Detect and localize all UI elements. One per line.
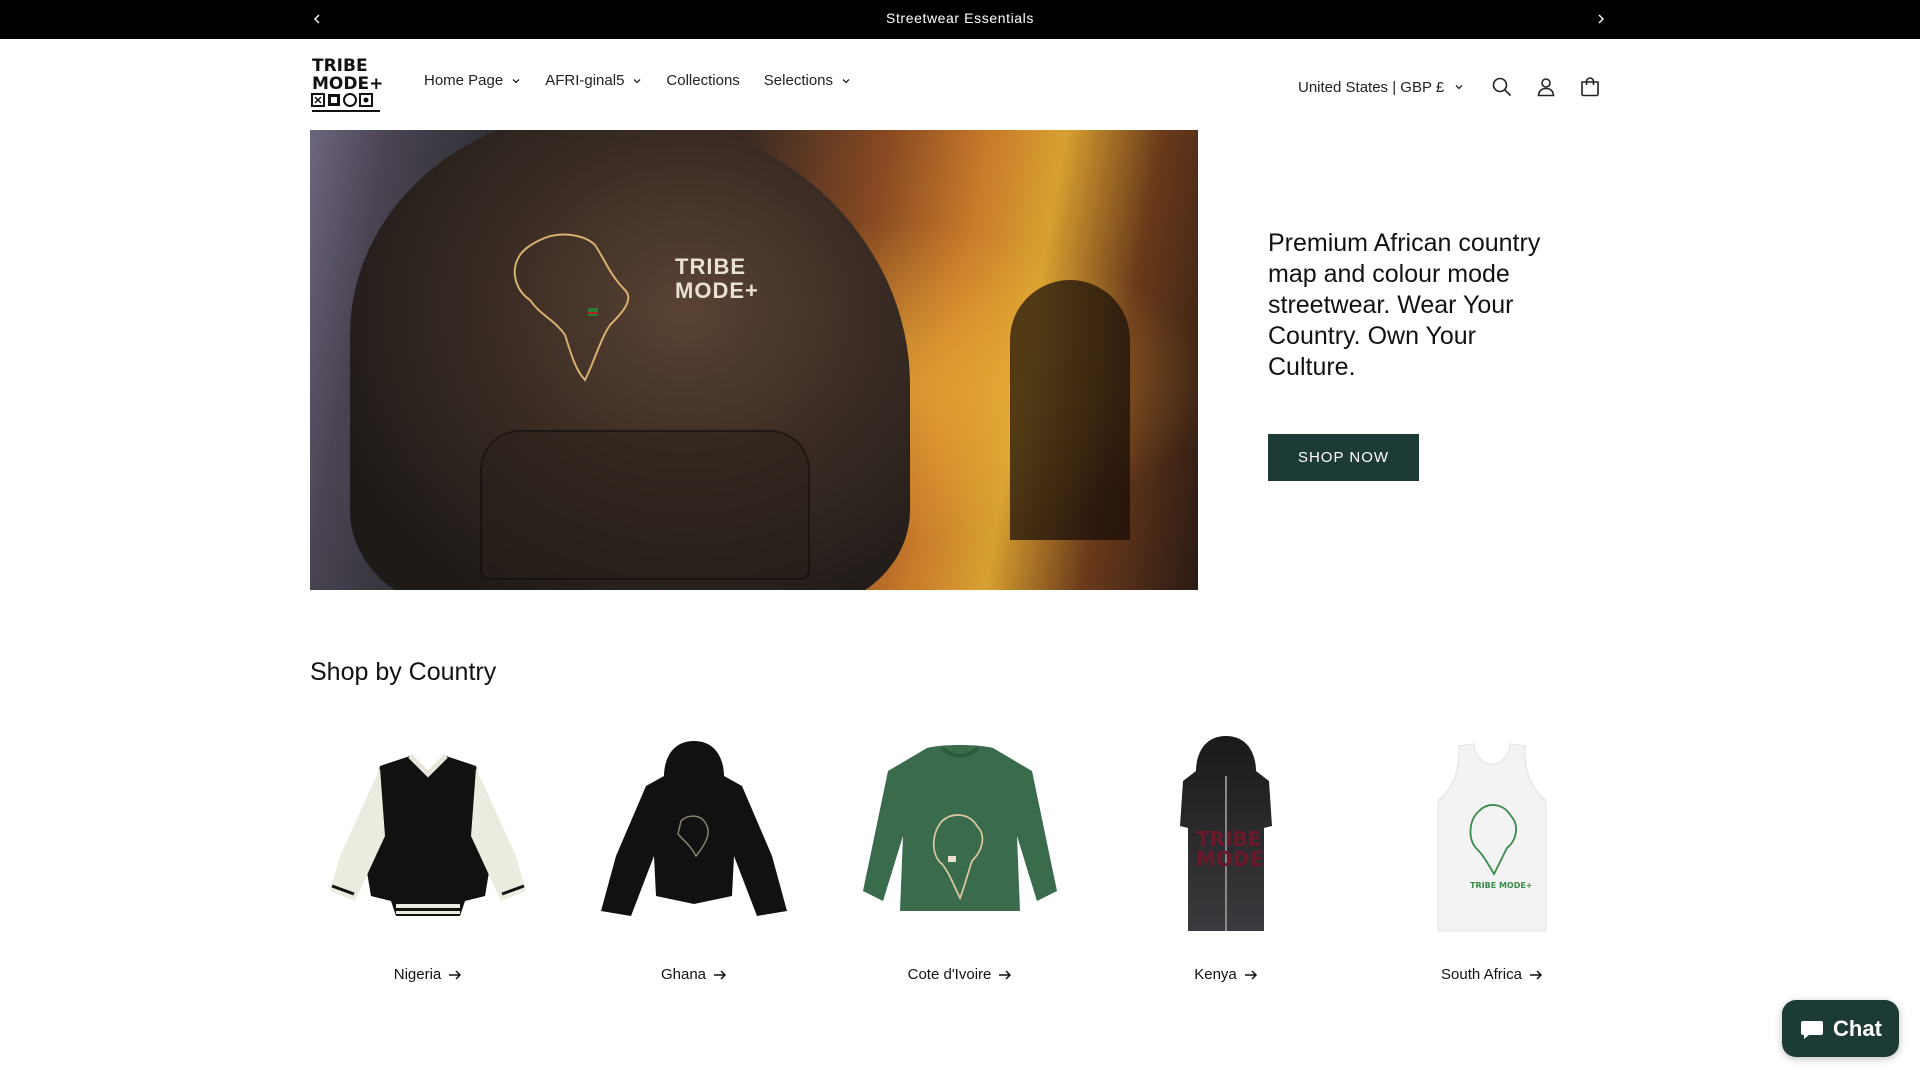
nav-item-label: AFRI-ginal5 (545, 72, 625, 89)
search-button[interactable] (1480, 67, 1524, 107)
varsity-jacket-icon (330, 754, 526, 916)
hero-text: Premium African country map and colour m… (1268, 229, 1541, 381)
country-card-south-africa[interactable]: TRIBE MODE+ South Africa (1374, 716, 1610, 983)
country-card-ghana[interactable]: Ghana (576, 716, 812, 983)
country-cards: Nigeria Ghana Cote d'Ivoire TRIBE MODE K… (310, 716, 1610, 1006)
country-card-kenya[interactable]: TRIBE MODE Kenya (1108, 716, 1344, 983)
green-sweatshirt-icon (863, 745, 1057, 911)
locale-label: United States | GBP £ (1298, 78, 1445, 96)
svg-text:MODE+: MODE+ (312, 74, 383, 94)
chat-bubble-icon (1801, 1020, 1824, 1039)
chat-button[interactable]: Chat (1782, 1000, 1899, 1057)
product-image-varsity-jacket (310, 716, 546, 952)
svg-text:TRIBE: TRIBE (312, 56, 368, 76)
country-card-label: Nigeria (310, 966, 546, 983)
cart-icon (1581, 77, 1600, 97)
arrow-right-icon (1244, 969, 1257, 980)
announcement-bar: Streetwear Essentials (0, 0, 1920, 39)
shop-now-button[interactable]: SHOP NOW (1268, 434, 1419, 481)
main-nav: Home Page AFRI-ginal5 Collections Select… (424, 72, 875, 89)
africa-map-icon (513, 233, 630, 382)
arrow-right-icon (999, 969, 1012, 980)
product-image-sleeveless-zip-hoodie: TRIBE MODE (1108, 716, 1344, 952)
hero-print-text: TRIBE MODE+ (675, 255, 785, 365)
search-icon (1492, 77, 1512, 97)
country-name: South Africa (1441, 966, 1522, 983)
chevron-down-icon (842, 78, 850, 83)
nav-item-afri-ginal5[interactable]: AFRI-ginal5 (545, 72, 642, 89)
svg-text:MODE: MODE (1196, 847, 1263, 871)
arrow-right-icon (1529, 969, 1542, 980)
announcement-text: Streetwear Essentials (886, 10, 1034, 26)
country-card-nigeria[interactable]: Nigeria (310, 716, 546, 983)
nav-item-collections[interactable]: Collections (666, 72, 739, 89)
country-card-label: Ghana (576, 966, 812, 983)
product-image-cropped-hoodie (576, 716, 812, 952)
chevron-down-icon (512, 78, 520, 83)
hero-image: TRIBE MODE+ (310, 130, 1198, 590)
country-name: Cote d'Ivoire (907, 966, 992, 983)
account-button[interactable] (1524, 67, 1568, 107)
tribe-mode-logo-icon: TRIBE MODE+ (311, 56, 383, 112)
site-header: TRIBE MODE+ Home Page AFRI-ginal5 Collec… (0, 39, 1920, 129)
chevron-down-icon (1455, 85, 1463, 90)
country-name: Kenya (1194, 966, 1237, 983)
locale-selector[interactable]: United States | GBP £ (1298, 79, 1464, 96)
section-title: Shop by Country (310, 658, 497, 686)
product-image-green-sweatshirt (842, 716, 1078, 952)
country-name: Nigeria (393, 966, 442, 983)
header-actions: United States | GBP £ (1298, 67, 1612, 107)
product-image-white-tank-top: TRIBE MODE+ (1374, 716, 1610, 952)
cart-button[interactable] (1568, 67, 1612, 107)
announcement-next-button[interactable] (1590, 8, 1612, 30)
chevron-right-icon (1598, 14, 1604, 24)
white-tank-top-icon: TRIBE MODE+ (1437, 743, 1547, 932)
country-card-label: Cote d'Ivoire (842, 966, 1078, 983)
nav-item-label: Home Page (424, 72, 504, 89)
site-logo[interactable]: TRIBE MODE+ (310, 53, 386, 117)
sleeveless-zip-hoodie-icon: TRIBE MODE (1180, 736, 1272, 931)
country-name: Ghana (660, 966, 707, 983)
hero-background-arch (1010, 280, 1130, 540)
country-card-cote-divoire[interactable]: Cote d'Ivoire (842, 716, 1078, 983)
svg-text:TRIBE MODE+: TRIBE MODE+ (1470, 881, 1533, 890)
cropped-hoodie-icon (601, 741, 787, 916)
nav-item-selections[interactable]: Selections (764, 72, 851, 89)
nav-item-label: Selections (763, 72, 834, 89)
arrow-right-icon (714, 969, 727, 980)
country-card-label: South Africa (1374, 966, 1610, 983)
hero-hoodie-pocket (480, 430, 810, 580)
nav-item-home-page[interactable]: Home Page (424, 72, 521, 89)
nav-item-label: Collections (666, 72, 740, 89)
account-icon (1537, 78, 1555, 97)
chevron-down-icon (633, 78, 641, 83)
country-card-label: Kenya (1108, 966, 1344, 983)
hero-print-label: TRIBE MODE+ (675, 254, 759, 303)
arrow-right-icon (449, 969, 462, 980)
chat-label: Chat (1833, 1015, 1882, 1041)
